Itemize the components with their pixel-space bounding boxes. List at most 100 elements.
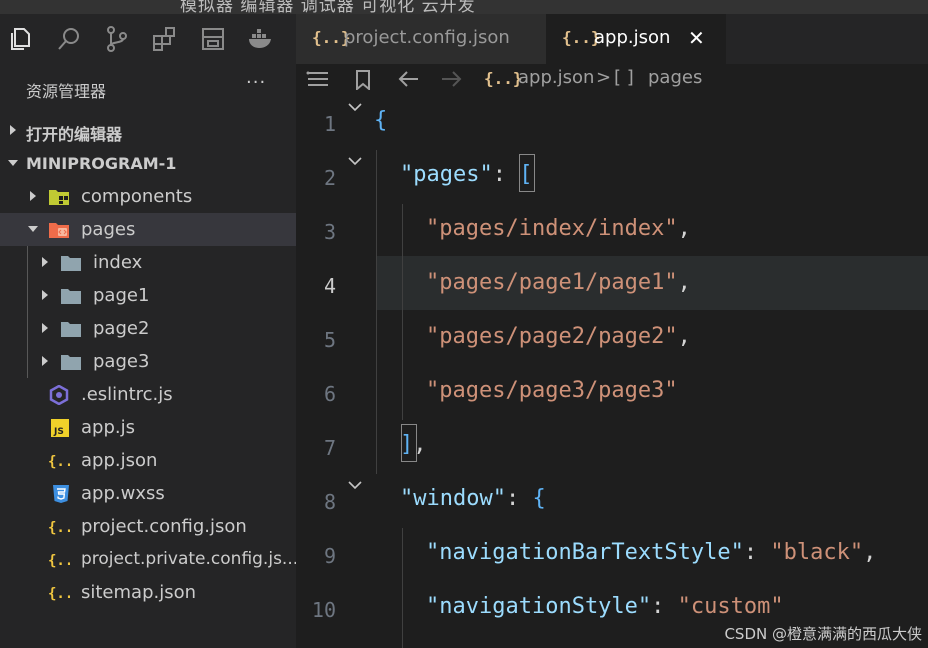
- bookmark-icon[interactable]: [354, 70, 372, 90]
- fold-chevron-icon[interactable]: [348, 156, 362, 166]
- watermark: CSDN @橙意满满的西瓜大侠: [724, 625, 922, 643]
- line-number: 10: [311, 598, 336, 622]
- svg-text:{..}: {..}: [48, 586, 70, 602]
- line-number: 9: [323, 544, 336, 568]
- tab-project-config[interactable]: {..} project.config.json: [296, 14, 546, 64]
- json-file-icon: {..}: [48, 454, 70, 470]
- menu-bar: 模拟器 编辑器 调试器 可视化 云开发: [0, 0, 928, 14]
- layout-icon[interactable]: [198, 24, 228, 54]
- tree-item-label: page2: [93, 318, 150, 339]
- section-label: MINIPROGRAM-1: [26, 154, 177, 173]
- tree-item-label: app.json: [81, 450, 158, 471]
- line-number: 1: [323, 112, 336, 136]
- indent-guide: [402, 528, 403, 648]
- svg-text:{..}: {..}: [48, 553, 70, 569]
- eslint-icon: [49, 385, 69, 405]
- tree-item-label: page3: [93, 351, 150, 372]
- code-line-1: {: [374, 108, 388, 133]
- tree-item-label: index: [93, 252, 143, 273]
- source-control-icon[interactable]: [102, 24, 132, 54]
- line-number: 6: [323, 382, 336, 406]
- tree-item-label: project.config.json: [81, 516, 247, 537]
- json-file-icon: {..}: [48, 586, 70, 602]
- line-number: 3: [323, 220, 336, 244]
- code-line-7: ],: [400, 432, 427, 457]
- chevron-down-icon: [28, 226, 38, 232]
- chevron-right-icon: [42, 290, 48, 300]
- editor-tab-bar: {..} project.config.json {..} app.json ✕: [296, 14, 928, 64]
- tab-label: app.json: [594, 27, 671, 48]
- more-actions-button[interactable]: ···: [246, 72, 266, 93]
- open-editors-section[interactable]: 打开的编辑器: [0, 114, 296, 147]
- tree-item-page2[interactable]: page2: [0, 312, 296, 345]
- tree-item-label: page1: [93, 285, 150, 306]
- chevron-right-icon: [42, 356, 48, 366]
- tree-item-label: app.wxss: [81, 483, 165, 504]
- tree-item-app-wxss[interactable]: app.wxss: [0, 477, 296, 510]
- tree-item-sitemap[interactable]: {..} sitemap.json: [0, 576, 296, 609]
- docker-icon[interactable]: [246, 24, 276, 54]
- tree-item-index[interactable]: index: [0, 246, 296, 279]
- line-number: 8: [323, 490, 336, 514]
- tree-item-components[interactable]: components: [0, 180, 296, 213]
- chevron-right-icon: [42, 323, 48, 333]
- svg-text:{..}: {..}: [48, 520, 70, 536]
- folder-icon: [61, 355, 81, 370]
- chevron-down-icon: [8, 160, 18, 166]
- explorer-title: 资源管理器: [26, 82, 107, 101]
- chevron-right-icon: [30, 191, 36, 201]
- code-line-3: "pages/index/index",: [426, 216, 691, 241]
- list-icon[interactable]: [306, 70, 330, 88]
- tab-app-json[interactable]: {..} app.json ✕: [546, 14, 726, 64]
- svg-text:JS: JS: [53, 427, 64, 437]
- tree-item-label: .eslintrc.js: [81, 384, 173, 405]
- section-label: 打开的编辑器: [26, 125, 123, 144]
- close-icon[interactable]: ✕: [688, 26, 705, 50]
- line-number: 7: [323, 436, 336, 460]
- breadcrumb-file[interactable]: app.json: [518, 67, 594, 88]
- code-line-9: "navigationBarTextStyle": "black",: [426, 540, 877, 565]
- fold-chevron-icon[interactable]: [348, 480, 362, 490]
- tree-item-project-private-config[interactable]: {..} project.private.config.js...: [0, 543, 298, 576]
- code-line-4: "pages/page1/page1",: [426, 270, 691, 295]
- project-section[interactable]: MINIPROGRAM-1: [0, 147, 296, 180]
- tree-item-label: sitemap.json: [81, 582, 197, 603]
- fold-chevron-icon[interactable]: [348, 102, 362, 112]
- code-line-2: "pages": [: [400, 162, 533, 187]
- components-folder-icon: [49, 190, 69, 205]
- tree-item-app-js[interactable]: JS app.js: [0, 411, 296, 444]
- tree-item-project-config[interactable]: {..} project.config.json: [0, 510, 296, 543]
- explorer-sidebar: 资源管理器 ··· 打开的编辑器 MINIPROGRAM-1 component…: [0, 66, 298, 648]
- tree-item-page3[interactable]: page3: [0, 345, 296, 378]
- tree-item-page1[interactable]: page1: [0, 279, 296, 312]
- code-line-8: "window": {: [400, 486, 546, 511]
- tree-item-label: app.js: [81, 417, 135, 438]
- search-icon[interactable]: [54, 24, 84, 54]
- breadcrumb-node[interactable]: pages: [648, 67, 702, 88]
- back-arrow-icon[interactable]: [398, 70, 420, 88]
- forward-arrow-icon[interactable]: [440, 70, 462, 88]
- code-editor[interactable]: 1 2 3 4 5 6 7 8 9 10 { "pages": [ "pages…: [296, 96, 928, 648]
- tree-item-app-json[interactable]: {..} app.json: [0, 444, 296, 477]
- tree-item-label: components: [81, 186, 193, 207]
- code-line-10: "navigationStyle": "custom": [426, 594, 784, 619]
- javascript-file-icon: JS: [51, 419, 69, 437]
- breadcrumb-separator: >: [596, 67, 612, 88]
- chevron-right-icon: [42, 257, 48, 267]
- extensions-icon[interactable]: [150, 24, 180, 54]
- json-file-icon: {..}: [48, 553, 70, 569]
- array-icon: [ ]: [614, 67, 634, 88]
- folder-icon: [61, 256, 81, 271]
- tab-label: project.config.json: [344, 27, 510, 48]
- line-number-current: 4: [323, 274, 336, 298]
- json-file-icon: {..}: [484, 69, 523, 88]
- indent-guide: [402, 204, 403, 420]
- css-file-icon: [53, 485, 69, 503]
- indent-guide: [376, 150, 377, 474]
- tree-item-pages[interactable]: pages: [0, 213, 296, 246]
- tree-item-eslintrc[interactable]: .eslintrc.js: [0, 378, 296, 411]
- menu-bar-text: 模拟器 编辑器 调试器 可视化 云开发: [180, 0, 476, 14]
- chevron-right-icon: [10, 125, 16, 135]
- files-icon[interactable]: [6, 24, 36, 54]
- folder-icon: [61, 322, 81, 337]
